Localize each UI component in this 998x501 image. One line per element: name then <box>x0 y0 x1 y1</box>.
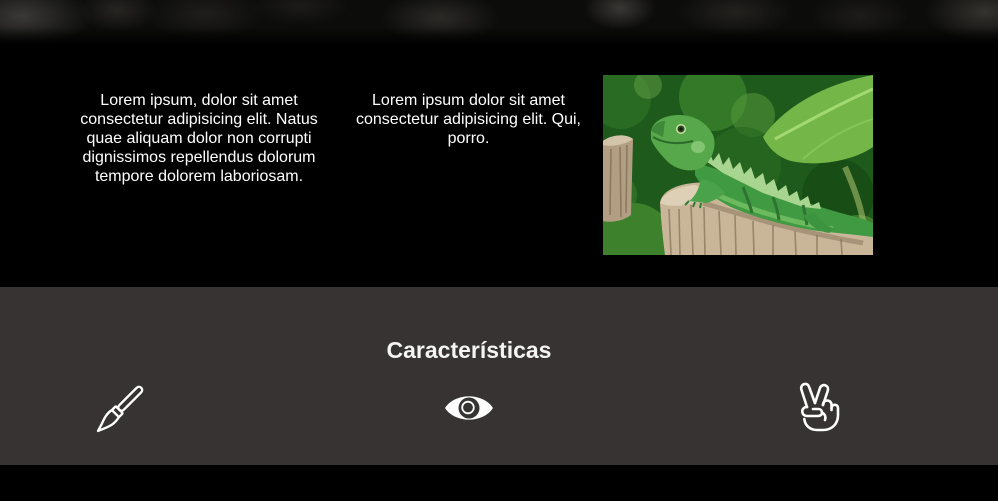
eye-icon-graphic <box>445 396 493 420</box>
paintbrush-icon <box>95 384 145 434</box>
paintbrush-icon-graphic <box>96 385 144 433</box>
iguana-photo <box>603 75 873 255</box>
photo-small-stump <box>603 135 633 222</box>
features-title: Características <box>386 337 552 363</box>
info-text-1: Lorem ipsum, dolor sit amet consectetur … <box>80 92 318 185</box>
eye-icon <box>443 391 495 425</box>
peace-hand-icon-graphic <box>799 382 840 432</box>
features-section: Características <box>0 287 998 465</box>
hero-background-image <box>0 0 998 45</box>
peace-hand-icon <box>796 381 840 433</box>
info-text-2: Lorem ipsum dolor sit amet consectetur a… <box>356 92 581 147</box>
iguana-photo-graphic <box>603 75 873 255</box>
